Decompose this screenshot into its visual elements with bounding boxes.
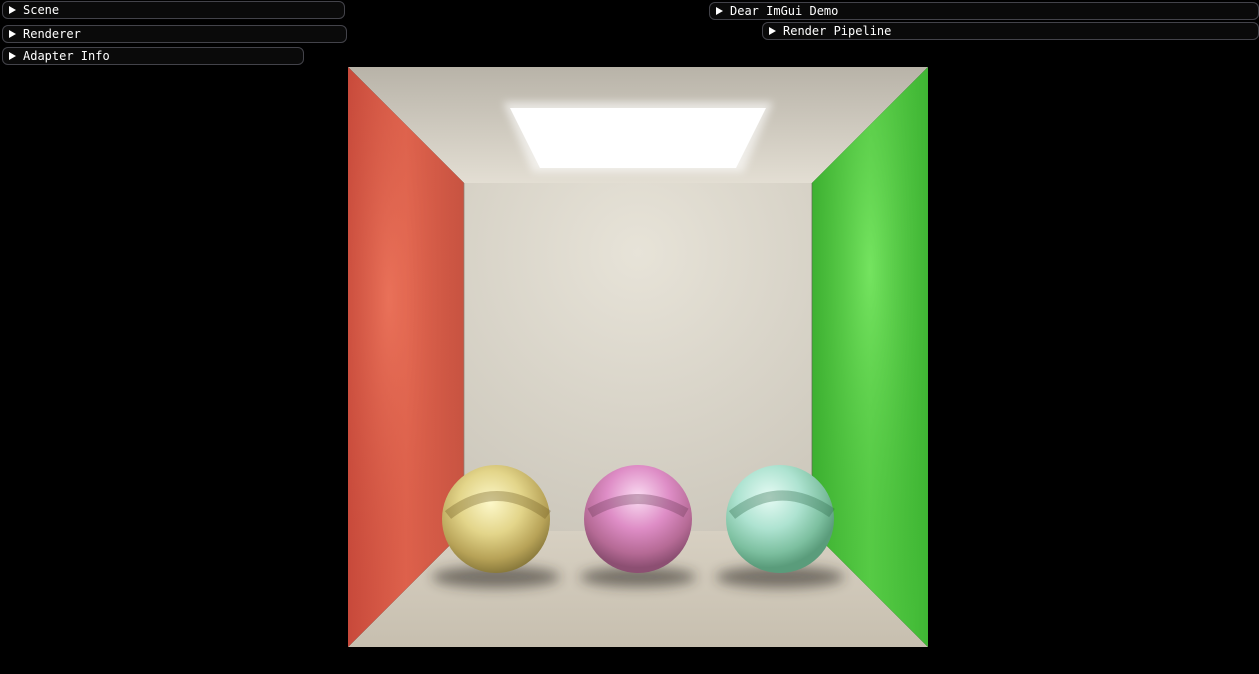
- render-pipeline-window-title: Render Pipeline: [783, 24, 892, 38]
- teal-sphere: [726, 465, 834, 573]
- render-pipeline-window-header[interactable]: Render Pipeline: [762, 22, 1259, 40]
- yellow-sphere: [442, 465, 550, 573]
- scene-window-title: Scene: [23, 3, 60, 17]
- triangle-right-icon: [716, 7, 723, 15]
- renderer-window-title: Renderer: [23, 27, 81, 41]
- app-root: Scene Renderer Adapter Info Dear ImGui D…: [0, 0, 1259, 674]
- triangle-right-icon: [9, 52, 16, 60]
- ceiling-light: [510, 108, 766, 168]
- triangle-right-icon: [769, 27, 776, 35]
- adapter-info-window-title: Adapter Info: [23, 49, 110, 63]
- triangle-right-icon: [9, 6, 16, 14]
- imgui-demo-window-title: Dear ImGui Demo: [730, 4, 839, 18]
- renderer-window-header[interactable]: Renderer: [2, 25, 347, 43]
- pink-sphere: [584, 465, 692, 573]
- triangle-right-icon: [9, 30, 16, 38]
- adapter-info-window-header[interactable]: Adapter Info: [2, 47, 304, 65]
- render-viewport[interactable]: [348, 67, 928, 647]
- scene-window-header[interactable]: Scene: [2, 1, 345, 19]
- imgui-demo-window-header[interactable]: Dear ImGui Demo: [709, 2, 1259, 20]
- cornell-box-render: [348, 67, 928, 647]
